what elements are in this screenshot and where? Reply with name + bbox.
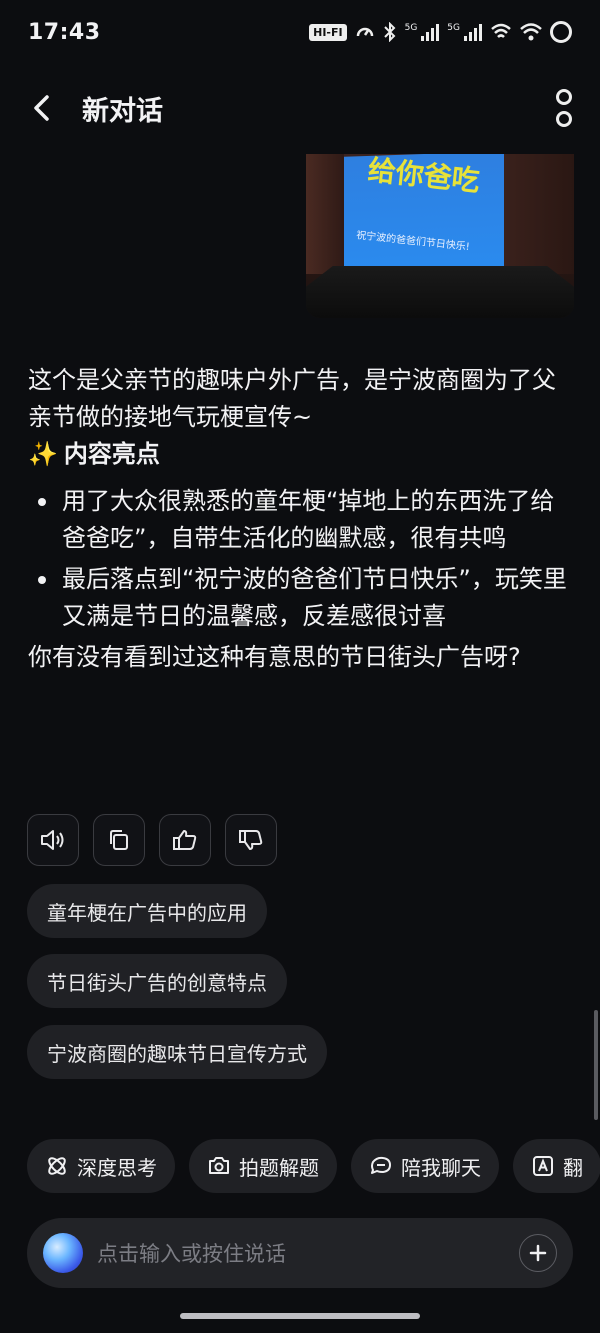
reply-intro: 这个是父亲节的趣味户外广告，是宁波商圈为了父亲节做的接地气玩梗宣传~ — [28, 366, 556, 431]
building-wall-left — [306, 154, 344, 274]
building-roof — [306, 266, 574, 318]
tool-label: 深度思考 — [77, 1155, 157, 1180]
reply-question: 你有没有看到过这种有意思的节日街头广告呀? — [28, 643, 521, 671]
deep-think-button[interactable]: 深度思考 — [27, 1139, 175, 1193]
assistant-reply: 这个是父亲节的趣味户外广告，是宁波商圈为了父亲节做的接地气玩梗宣传~ ✨ 内容亮点… — [28, 362, 573, 676]
status-icons: HI-FI 5G 5G — [309, 21, 572, 43]
suggestion-chip[interactable]: 宁波商圈的趣味节日宣传方式 — [27, 1025, 327, 1079]
tools-scroller: 深度思考 拍题解题 陪我聊天 翻 — [0, 1130, 600, 1204]
back-button[interactable] — [24, 90, 60, 126]
suggestion-chip[interactable]: 节日街头广告的创意特点 — [27, 954, 287, 1008]
thumbs-down-icon — [239, 830, 263, 850]
list-item: 最后落点到“祝宁波的爸爸们节日快乐”，玩笑里又满是节日的温馨感，反差感很讨喜 — [28, 561, 573, 635]
cellular-signal-1-icon: 5G — [405, 23, 440, 41]
copy-button[interactable] — [93, 814, 145, 866]
add-attachment-button[interactable] — [519, 1234, 557, 1272]
battery-icon — [550, 21, 572, 43]
building-wall-right — [504, 154, 574, 274]
chat-with-me-button[interactable]: 陪我聊天 — [351, 1139, 499, 1193]
cellular-signal-2-icon: 5G — [447, 23, 482, 41]
uploaded-photo[interactable]: 给你爸吃 祝宁波的爸爸们节日快乐! — [306, 154, 574, 318]
list-item: 用了大众很熟悉的童年梗“掉地上的东西洗了给爸爸吃”，自带生活化的幽默感，很有共鸣 — [28, 483, 573, 557]
status-time: 17:43 — [28, 19, 101, 45]
highlight-title: 内容亮点 — [63, 440, 160, 468]
more-dot-icon — [556, 111, 572, 127]
speaker-icon — [41, 830, 64, 850]
page-title: 新对话 — [82, 95, 163, 127]
read-aloud-button[interactable] — [27, 814, 79, 866]
highlight-points: 用了大众很熟悉的童年梗“掉地上的东西洗了给爸爸吃”，自带生活化的幽默感，很有共鸣… — [28, 483, 573, 635]
more-options-button[interactable] — [552, 89, 576, 127]
assistant-orb-icon[interactable] — [43, 1233, 83, 1273]
wifi-icon — [520, 23, 542, 41]
translate-icon — [533, 1156, 553, 1176]
top-bar: 新对话 — [0, 64, 600, 152]
tools-row: 深度思考 拍题解题 陪我聊天 翻 — [27, 1139, 600, 1193]
atom-icon — [48, 1157, 66, 1175]
plus-icon — [529, 1244, 547, 1262]
thumbs-up-icon — [173, 830, 197, 850]
photo-solve-button[interactable]: 拍题解题 — [189, 1139, 337, 1193]
sparkles-icon: ✨ — [28, 440, 58, 468]
hifi-badge: HI-FI — [309, 23, 347, 41]
chat-bubble-icon — [371, 1156, 391, 1174]
tool-label: 拍题解题 — [239, 1155, 319, 1180]
tool-label: 翻 — [563, 1155, 583, 1180]
translate-button[interactable]: 翻 — [513, 1139, 600, 1193]
highlight-heading: ✨ 内容亮点 — [28, 436, 573, 473]
speedometer-icon — [356, 27, 373, 37]
camera-icon — [209, 1157, 229, 1174]
message-input-placeholder[interactable]: 点击输入或按住说话 — [97, 1238, 286, 1268]
dislike-button[interactable] — [225, 814, 277, 866]
hotspot-icon — [491, 23, 511, 38]
message-input-bar[interactable]: 点击输入或按住说话 — [27, 1218, 573, 1288]
bluetooth-icon — [383, 22, 396, 42]
back-arrow-icon — [34, 95, 49, 121]
scrollbar[interactable] — [594, 1010, 598, 1120]
message-actions — [27, 814, 277, 866]
status-bar: 17:43 HI-FI 5G 5G — [0, 0, 600, 64]
more-dot-icon — [556, 89, 572, 105]
suggestion-chip[interactable]: 童年梗在广告中的应用 — [27, 884, 267, 938]
copy-icon — [110, 830, 128, 850]
like-button[interactable] — [159, 814, 211, 866]
home-indicator[interactable] — [180, 1313, 420, 1319]
tool-label: 陪我聊天 — [401, 1155, 481, 1180]
